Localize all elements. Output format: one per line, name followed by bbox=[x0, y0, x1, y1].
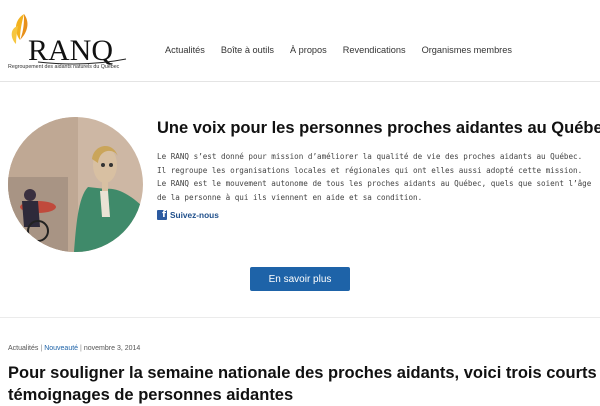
nav-item-organismes-membres[interactable]: Organismes membres bbox=[414, 45, 520, 59]
post-category: Actualités bbox=[8, 345, 39, 352]
site-logo[interactable]: RANQ Regroupement des aidants naturels d… bbox=[6, 12, 146, 74]
hero-description: Le RANQ s’est donné pour mission d’améli… bbox=[157, 152, 592, 202]
caregiver-illustration-image bbox=[8, 117, 143, 252]
post-meta: Actualités | Nouveauté | novembre 3, 2014 bbox=[8, 345, 140, 352]
facebook-icon: f bbox=[157, 210, 167, 220]
hero-title: Une voix pour les personnes proches aida… bbox=[157, 119, 600, 137]
facebook-follow-link[interactable]: f Suivez-nous bbox=[157, 209, 219, 221]
post-title-link[interactable]: Pour souligner la semaine nationale des … bbox=[8, 362, 598, 406]
main-nav: Actualités Boîte à outils À propos Reven… bbox=[158, 45, 520, 59]
hero-illustration bbox=[8, 117, 143, 252]
learn-more-button[interactable]: En savoir plus bbox=[250, 267, 350, 291]
nav-item-revendications[interactable]: Revendications bbox=[335, 45, 414, 59]
nav-item-actualites[interactable]: Actualités bbox=[158, 45, 213, 59]
site-header: RANQ Regroupement des aidants naturels d… bbox=[0, 0, 600, 82]
post-date: novembre 3, 2014 bbox=[83, 345, 141, 352]
nav-item-a-propos[interactable]: À propos bbox=[282, 45, 335, 59]
follow-us-label: Suivez-nous bbox=[170, 210, 219, 220]
logo-tagline: Regroupement des aidants naturels du Qué… bbox=[8, 64, 120, 70]
section-divider bbox=[0, 317, 600, 318]
post-tag-link[interactable]: Nouveauté bbox=[44, 345, 78, 352]
nav-item-boite-a-outils[interactable]: Boîte à outils bbox=[213, 45, 282, 59]
